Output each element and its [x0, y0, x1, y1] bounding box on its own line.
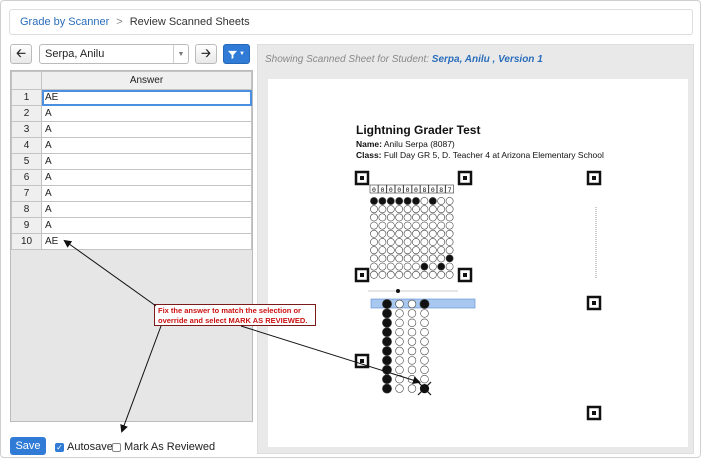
arrow-to-grid-row — [63, 239, 157, 307]
annotation-arrows — [63, 239, 421, 433]
arrow-to-mark-reviewed — [120, 325, 162, 433]
arrow-to-bubble — [240, 325, 421, 385]
app-frame: Grade by Scanner > Review Scanned Sheets… — [0, 0, 701, 458]
